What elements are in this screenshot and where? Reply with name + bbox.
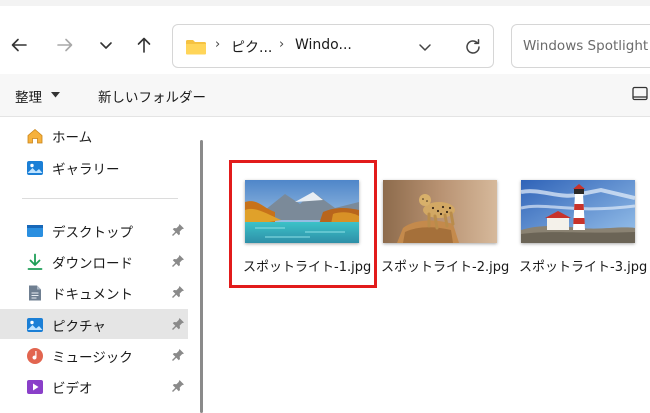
thumbnail-image — [521, 180, 635, 243]
scrollbar[interactable] — [200, 140, 203, 413]
organize-button[interactable]: 整理 — [15, 86, 42, 106]
pin-icon[interactable] — [171, 348, 185, 362]
chevron-down-icon — [100, 42, 112, 49]
sidebar-item-pictures[interactable]: ピクチャ — [0, 309, 188, 339]
pin-icon[interactable] — [171, 223, 185, 237]
sidebar-item-music[interactable]: ミュージック — [0, 340, 188, 370]
sidebar-item-label: ギャラリー — [52, 162, 120, 178]
thumbnail-image — [383, 180, 497, 243]
folder-icon — [186, 40, 206, 55]
pin-icon[interactable] — [171, 254, 185, 268]
new-folder-button[interactable]: 新しいフォルダー — [98, 86, 206, 106]
pin-icon[interactable] — [171, 317, 185, 331]
sidebar-item-label: デスクトップ — [52, 225, 133, 241]
breadcrumb-separator: › — [215, 37, 221, 52]
arrow-left-icon — [11, 38, 27, 52]
refresh-icon[interactable] — [463, 37, 483, 57]
chevron-down-icon[interactable] — [417, 39, 433, 55]
breadcrumb-current[interactable]: Windo... — [295, 37, 352, 53]
address-toolbar: › ピク... › Windo... Windows Spotlight — [0, 6, 650, 74]
view-layout-icon[interactable] — [632, 86, 648, 102]
pin-icon[interactable] — [171, 379, 185, 393]
sidebar-item-label: ビデオ — [52, 381, 93, 397]
sidebar-item-documents[interactable]: ドキュメント — [0, 277, 188, 307]
recent-locations-button[interactable] — [91, 30, 121, 60]
desktop-icon — [27, 225, 43, 237]
arrow-up-icon — [137, 37, 151, 53]
sidebar-item-home[interactable]: ホーム — [0, 120, 188, 150]
sidebar-item-label: ドキュメント — [52, 287, 133, 303]
pictures-icon — [27, 318, 43, 332]
sidebar-item-videos[interactable]: ビデオ — [0, 371, 188, 401]
sidebar-item-downloads[interactable]: ダウンロード — [0, 246, 188, 276]
sidebar-item-gallery[interactable]: ギャラリー — [0, 152, 188, 182]
selection-highlight-box — [229, 160, 377, 288]
command-bar: 整理 新しいフォルダー — [0, 74, 650, 117]
video-icon — [27, 380, 43, 394]
file-name: スポットライト-2.jpg — [381, 260, 510, 275]
file-name: スポットライト-3.jpg — [519, 260, 648, 275]
search-input[interactable]: Windows Spotlight — [511, 24, 650, 68]
address-bar[interactable]: › ピク... › Windo... — [172, 24, 494, 68]
sidebar-item-label: ダウンロード — [52, 256, 133, 272]
sidebar-item-label: ホーム — [52, 130, 93, 146]
sidebar-item-label: ミュージック — [52, 350, 133, 366]
forward-button[interactable] — [50, 30, 80, 60]
search-placeholder: Windows Spotlight — [523, 38, 649, 54]
sidebar-item-desktop[interactable]: デスクトップ — [0, 215, 188, 245]
music-icon — [27, 348, 43, 364]
breadcrumb-separator: › — [279, 37, 285, 52]
back-button[interactable] — [4, 30, 34, 60]
arrow-right-icon — [57, 38, 73, 52]
caret-down-icon[interactable] — [51, 92, 60, 98]
gallery-icon — [27, 161, 43, 175]
sidebar-item-label: ピクチャ — [52, 319, 106, 335]
up-button[interactable] — [129, 30, 159, 60]
navigation-pane: ホーム ギャラリー デスクトップ ダウンロード ドキュメント ピクチャ ミュージ… — [0, 117, 198, 413]
download-icon — [27, 253, 43, 270]
home-icon — [27, 128, 43, 144]
document-icon — [29, 285, 41, 301]
sidebar-divider — [22, 198, 178, 199]
pin-icon[interactable] — [171, 285, 185, 299]
breadcrumb-pictures[interactable]: ピク... — [231, 37, 272, 57]
